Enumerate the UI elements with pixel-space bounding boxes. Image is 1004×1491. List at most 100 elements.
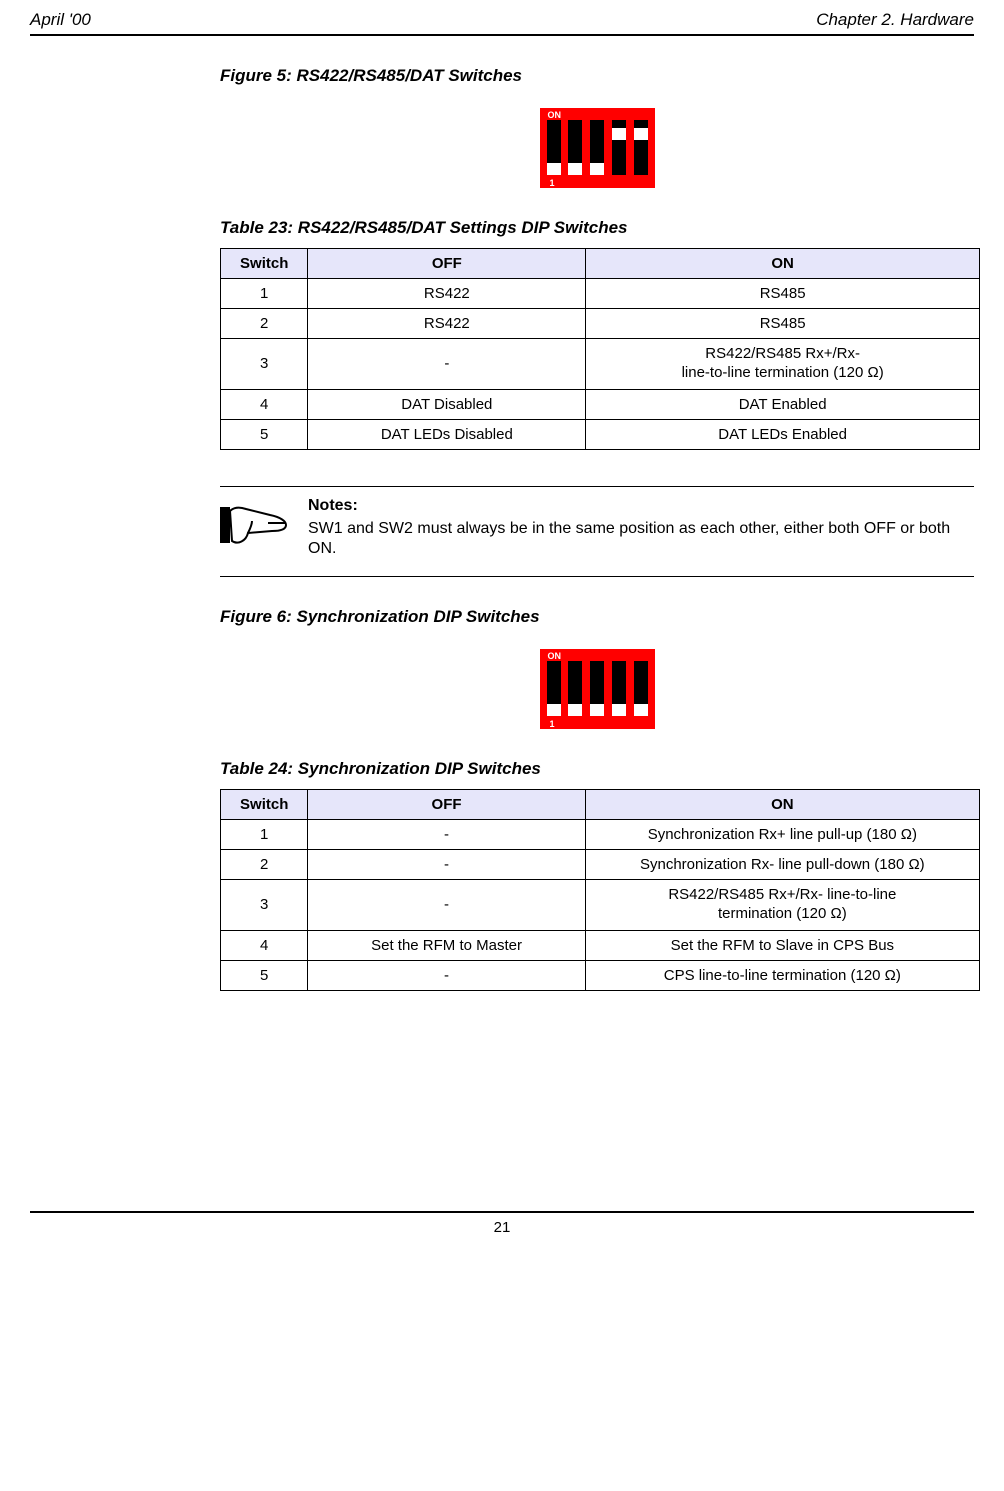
cell-switch: 4 xyxy=(221,389,308,419)
cell-switch: 1 xyxy=(221,279,308,309)
dip-one-label: 1 xyxy=(550,719,555,729)
cell-on-line2: line-to-line termination (120 Ω) xyxy=(682,364,884,381)
dip-slot-2 xyxy=(568,120,582,175)
table-row: 1 - Synchronization Rx+ line pull-up (18… xyxy=(221,820,980,850)
page-header: April '00 Chapter 2. Hardware xyxy=(30,10,974,30)
dip-on-label: ON xyxy=(548,110,650,120)
cell-switch: 3 xyxy=(221,339,308,390)
cell-off: - xyxy=(308,960,585,990)
notes-heading: Notes: xyxy=(308,497,974,515)
cell-on: DAT Enabled xyxy=(586,389,980,419)
dip-slot-1 xyxy=(547,661,561,716)
cell-switch: 5 xyxy=(221,960,308,990)
dip-slot-3 xyxy=(590,120,604,175)
dip-knob xyxy=(612,704,626,716)
notes-body: SW1 and SW2 must always be in the same p… xyxy=(308,519,974,561)
page-footer: 21 xyxy=(30,1211,974,1236)
dip-knob xyxy=(568,163,582,175)
dip-knob xyxy=(568,704,582,716)
notes-text: Notes: SW1 and SW2 must always be in the… xyxy=(308,497,974,561)
col-on: ON xyxy=(585,790,979,820)
dip-knob xyxy=(634,704,648,716)
cell-on: RS485 xyxy=(586,279,980,309)
dip-switch-row xyxy=(545,120,650,175)
cell-off: - xyxy=(308,880,585,931)
cell-on: RS422/RS485 Rx+/Rx- line-to-line termina… xyxy=(585,880,979,931)
cell-switch: 1 xyxy=(221,820,308,850)
cell-on: RS422/RS485 Rx+/Rx- line-to-line termina… xyxy=(586,339,980,390)
table-row: 5 DAT LEDs Disabled DAT LEDs Enabled xyxy=(221,419,980,449)
col-switch: Switch xyxy=(221,249,308,279)
cell-on: RS485 xyxy=(586,309,980,339)
figure-5-block: Figure 5: RS422/RS485/DAT Switches ON 1 xyxy=(220,66,974,188)
dip-slot-2 xyxy=(568,661,582,716)
cell-off: DAT Disabled xyxy=(308,389,586,419)
table-row: 5 - CPS line-to-line termination (120 Ω) xyxy=(221,960,980,990)
table-24-block: Table 24: Synchronization DIP Switches S… xyxy=(220,759,974,991)
table-24-title: Table 24: Synchronization DIP Switches xyxy=(220,759,974,779)
table-header-row: Switch OFF ON xyxy=(221,249,980,279)
table-23-block: Table 23: RS422/RS485/DAT Settings DIP S… xyxy=(220,218,974,450)
table-row: 2 RS422 RS485 xyxy=(221,309,980,339)
dip-knob xyxy=(634,128,648,140)
col-on: ON xyxy=(586,249,980,279)
col-off: OFF xyxy=(308,249,586,279)
col-switch: Switch xyxy=(221,790,308,820)
cell-switch: 4 xyxy=(221,930,308,960)
cell-switch: 5 xyxy=(221,419,308,449)
figure-6-image: ON 1 xyxy=(220,649,974,729)
table-row: 3 - RS422/RS485 Rx+/Rx- line-to-line ter… xyxy=(221,339,980,390)
pointing-hand-icon xyxy=(220,501,290,551)
cell-on-line2: termination (120 Ω) xyxy=(718,905,847,922)
dip-on-label: ON xyxy=(548,651,650,661)
dip-switch-row xyxy=(545,661,650,716)
dip-slot-5 xyxy=(634,661,648,716)
dip-knob xyxy=(547,704,561,716)
cell-switch: 2 xyxy=(221,309,308,339)
dip-knob xyxy=(547,163,561,175)
dip-slot-4 xyxy=(612,661,626,716)
table-row: 1 RS422 RS485 xyxy=(221,279,980,309)
page: April '00 Chapter 2. Hardware Figure 5: … xyxy=(0,0,1004,1256)
dip-slot-4 xyxy=(612,120,626,175)
table-24: Switch OFF ON 1 - Synchronization Rx+ li… xyxy=(220,789,980,991)
dip-switch-2: ON 1 xyxy=(540,649,655,729)
cell-on: CPS line-to-line termination (120 Ω) xyxy=(585,960,979,990)
cell-on: Set the RFM to Slave in CPS Bus xyxy=(585,930,979,960)
table-23-title: Table 23: RS422/RS485/DAT Settings DIP S… xyxy=(220,218,974,238)
figure-6-block: Figure 6: Synchronization DIP Switches O… xyxy=(220,607,974,729)
dip-switch-1: ON 1 xyxy=(540,108,655,188)
cell-off: - xyxy=(308,820,585,850)
cell-switch: 3 xyxy=(221,880,308,931)
table-row: 4 Set the RFM to Master Set the RFM to S… xyxy=(221,930,980,960)
dip-knob xyxy=(590,163,604,175)
header-rule xyxy=(30,34,974,36)
notes-block: Notes: SW1 and SW2 must always be in the… xyxy=(220,486,974,578)
cell-off: RS422 xyxy=(308,279,586,309)
cell-on-line1: RS422/RS485 Rx+/Rx- xyxy=(705,345,860,362)
cell-off: DAT LEDs Disabled xyxy=(308,419,586,449)
dip-slot-5 xyxy=(634,120,648,175)
figure-5-title: Figure 5: RS422/RS485/DAT Switches xyxy=(220,66,974,86)
dip-knob xyxy=(612,128,626,140)
figure-5-image: ON 1 xyxy=(220,108,974,188)
table-row: 4 DAT Disabled DAT Enabled xyxy=(221,389,980,419)
table-header-row: Switch OFF ON xyxy=(221,790,980,820)
cell-on: Synchronization Rx+ line pull-up (180 Ω) xyxy=(585,820,979,850)
header-left: April '00 xyxy=(30,10,91,30)
cell-off: RS422 xyxy=(308,309,586,339)
dip-slot-3 xyxy=(590,661,604,716)
header-right: Chapter 2. Hardware xyxy=(816,10,974,30)
cell-on-line1: RS422/RS485 Rx+/Rx- line-to-line xyxy=(668,886,896,903)
cell-on: Synchronization Rx- line pull-down (180 … xyxy=(585,850,979,880)
table-23: Switch OFF ON 1 RS422 RS485 2 RS422 RS48… xyxy=(220,248,980,450)
dip-knob xyxy=(590,704,604,716)
dip-slot-1 xyxy=(547,120,561,175)
page-number: 21 xyxy=(494,1219,511,1236)
cell-on: DAT LEDs Enabled xyxy=(586,419,980,449)
cell-off: Set the RFM to Master xyxy=(308,930,585,960)
figure-6-title: Figure 6: Synchronization DIP Switches xyxy=(220,607,974,627)
table-row: 3 - RS422/RS485 Rx+/Rx- line-to-line ter… xyxy=(221,880,980,931)
cell-switch: 2 xyxy=(221,850,308,880)
col-off: OFF xyxy=(308,790,585,820)
